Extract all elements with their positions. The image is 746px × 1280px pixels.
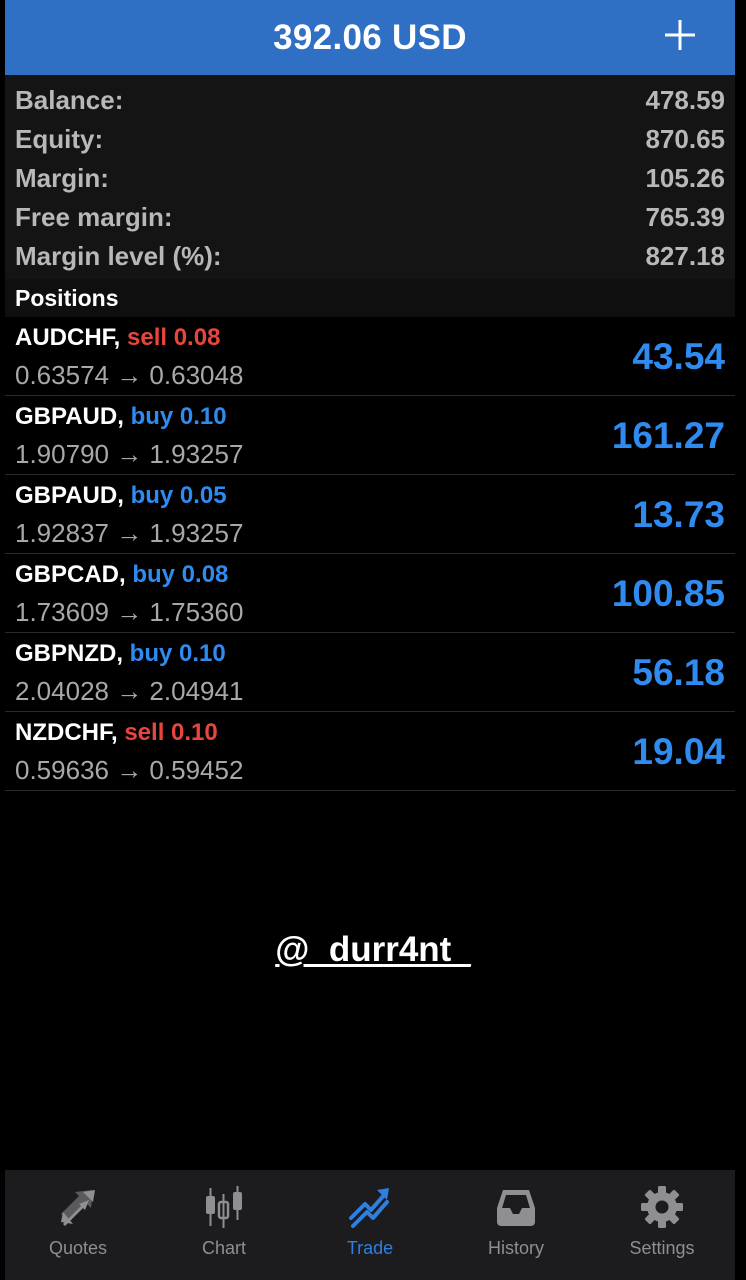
free-margin-value: 765.39 xyxy=(645,202,725,232)
position-symbol: GBPAUD, xyxy=(15,482,124,509)
tab-history-label: History xyxy=(487,1238,544,1258)
position-prices: 0.59636 → 0.59452 xyxy=(15,755,244,785)
position-prices: 2.04028 → 2.04941 xyxy=(15,676,244,706)
position-symbol: AUDCHF, xyxy=(15,324,121,351)
balance-value: 478.59 xyxy=(645,85,725,115)
position-prices: 1.92837 → 1.93257 xyxy=(15,518,244,548)
position-symbol: GBPAUD, xyxy=(15,403,124,430)
positions-list: AUDCHF, sell 0.08 0.63574 → 0.63048 43.5… xyxy=(5,317,735,791)
header-bar: 392.06 USD xyxy=(5,0,735,75)
new-order-button[interactable] xyxy=(655,10,705,60)
tab-settings-label: Settings xyxy=(629,1238,695,1258)
position-type: buy 0.08 xyxy=(132,561,229,588)
tab-quotes-label: Quotes xyxy=(48,1238,108,1258)
position-profit: 100.85 xyxy=(611,573,725,614)
position-row[interactable]: NZDCHF, sell 0.10 0.59636 → 0.59452 19.0… xyxy=(5,712,735,791)
position-type: buy 0.10 xyxy=(130,403,227,430)
margin-level-label: Margin level (%): xyxy=(15,241,222,271)
position-type: buy 0.10 xyxy=(129,640,226,667)
positions-title: Positions xyxy=(15,284,119,311)
summary-row-free-margin: Free margin: 765.39 xyxy=(15,198,725,237)
positions-section-header: Positions xyxy=(5,279,735,317)
position-profit: 161.27 xyxy=(611,415,725,456)
position-row[interactable]: AUDCHF, sell 0.08 0.63574 → 0.63048 43.5… xyxy=(5,317,735,396)
free-margin-label: Free margin: xyxy=(15,202,173,232)
tab-trade[interactable]: Trade xyxy=(297,1170,443,1280)
position-row[interactable]: GBPAUD, buy 0.10 1.90790 → 1.93257 161.2… xyxy=(5,396,735,475)
position-prices: 1.73609 → 1.75360 xyxy=(15,597,244,627)
bottom-tab-bar: Quotes Chart Trade History Settings xyxy=(5,1170,735,1280)
tab-chart-label: Chart xyxy=(201,1238,246,1258)
margin-label: Margin: xyxy=(15,163,109,193)
watermark-text: @_durr4nt_ xyxy=(275,930,471,969)
tab-settings[interactable]: Settings xyxy=(589,1170,735,1280)
summary-row-margin: Margin: 105.26 xyxy=(15,159,725,198)
margin-value: 105.26 xyxy=(645,163,725,193)
position-profit: 19.04 xyxy=(632,731,725,772)
position-profit: 43.54 xyxy=(632,336,725,377)
summary-row-equity: Equity: 870.65 xyxy=(15,120,725,159)
tab-trade-label: Trade xyxy=(346,1238,394,1258)
settings-icon xyxy=(637,1182,687,1232)
position-symbol: NZDCHF, xyxy=(15,719,118,746)
tab-quotes[interactable]: Quotes xyxy=(5,1170,151,1280)
position-row[interactable]: GBPNZD, buy 0.10 2.04028 → 2.04941 56.18 xyxy=(5,633,735,712)
position-type: buy 0.05 xyxy=(130,482,227,509)
position-prices: 1.90790 → 1.93257 xyxy=(15,439,244,469)
position-profit: 56.18 xyxy=(632,652,725,693)
position-symbol: GBPNZD, xyxy=(15,640,123,667)
account-summary: Balance: 478.59 Equity: 870.65 Margin: 1… xyxy=(5,75,735,280)
plus-icon xyxy=(665,20,695,50)
history-icon xyxy=(491,1182,541,1232)
quotes-icon xyxy=(53,1182,103,1232)
margin-level-value: 827.18 xyxy=(645,241,725,271)
tab-chart[interactable]: Chart xyxy=(151,1170,297,1280)
summary-row-balance: Balance: 478.59 xyxy=(15,81,725,120)
position-symbol: GBPCAD, xyxy=(15,561,126,588)
chart-icon xyxy=(199,1182,249,1232)
position-profit: 13.73 xyxy=(632,494,725,535)
position-type: sell 0.10 xyxy=(124,719,218,746)
position-type: sell 0.08 xyxy=(127,324,221,351)
balance-label: Balance: xyxy=(15,85,124,115)
tab-history[interactable]: History xyxy=(443,1170,589,1280)
equity-label: Equity: xyxy=(15,124,104,154)
app-screen: 392.06 USD Balance: 478.59 Equity: 870.6… xyxy=(0,0,746,1280)
position-prices: 0.63574 → 0.63048 xyxy=(15,360,244,390)
equity-value: 870.65 xyxy=(645,124,725,154)
position-row[interactable]: GBPCAD, buy 0.08 1.73609 → 1.75360 100.8… xyxy=(5,554,735,633)
account-profit-title: 392.06 USD xyxy=(273,17,467,57)
position-row[interactable]: GBPAUD, buy 0.05 1.92837 → 1.93257 13.73 xyxy=(5,475,735,554)
summary-row-margin-level: Margin level (%): 827.18 xyxy=(15,237,725,276)
trade-icon xyxy=(345,1182,395,1232)
